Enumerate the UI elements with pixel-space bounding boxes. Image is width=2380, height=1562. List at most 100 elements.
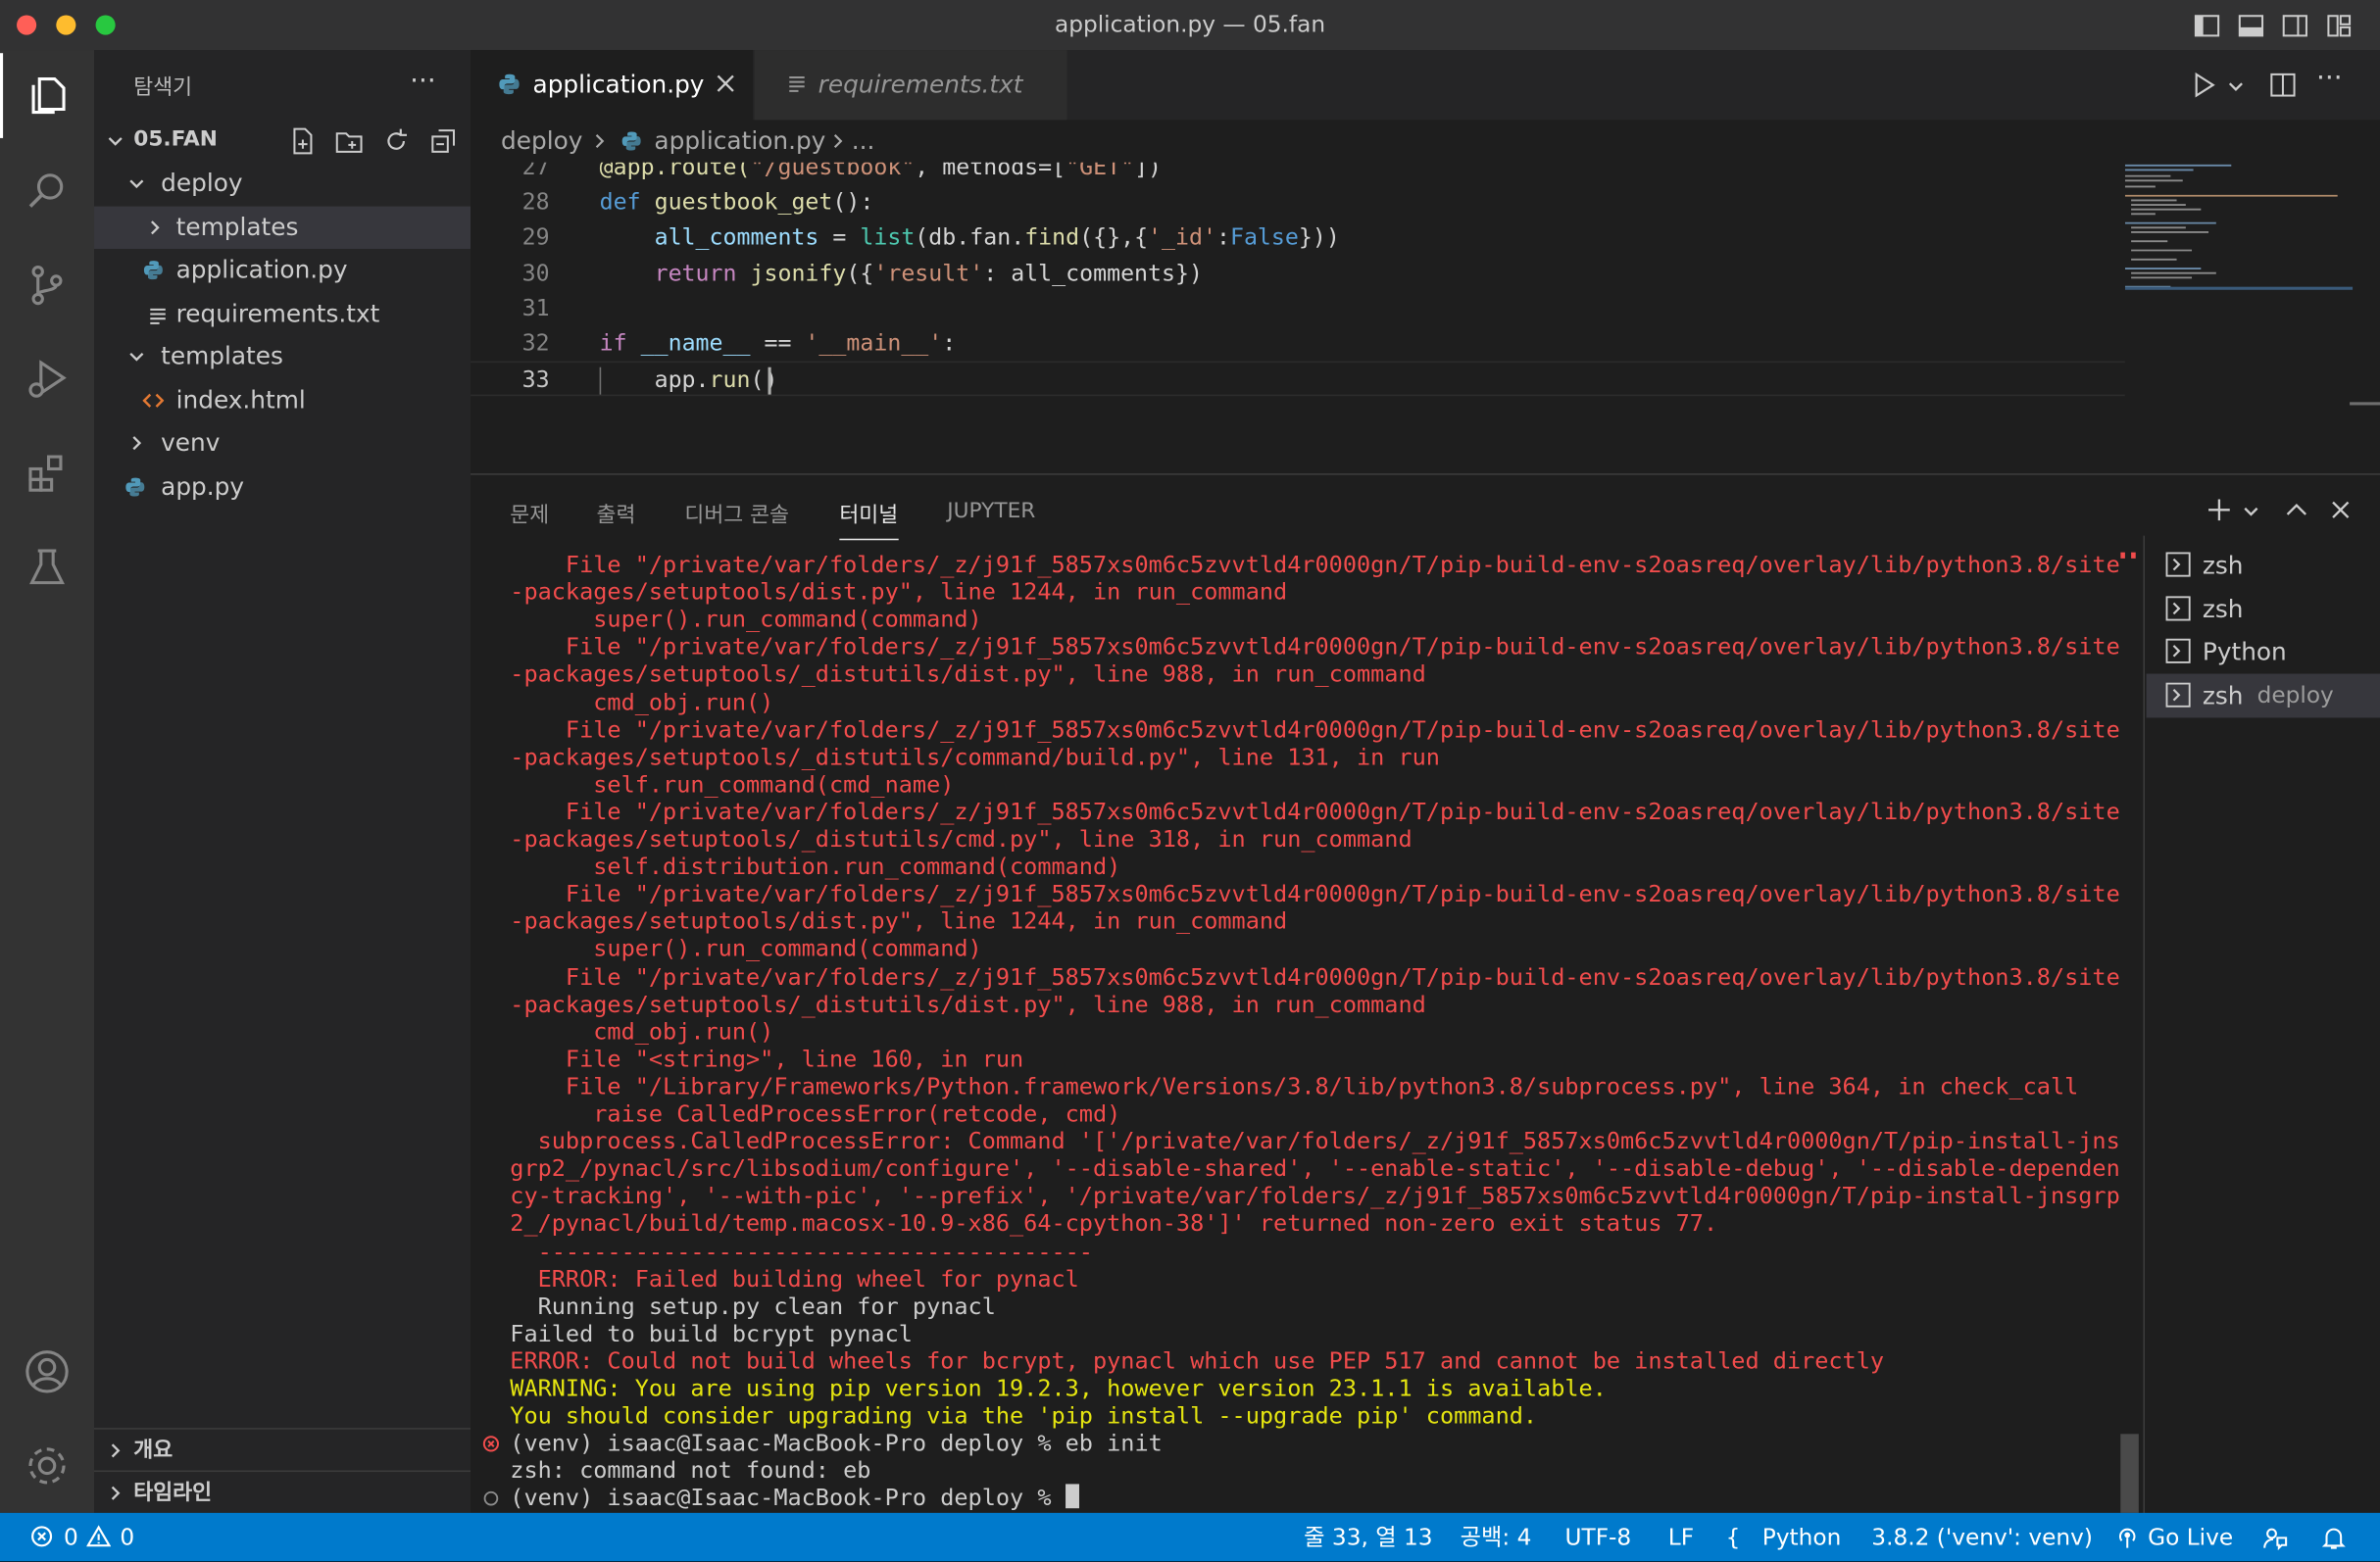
code-token: app.	[599, 366, 710, 394]
notifications-bell-icon[interactable]	[2321, 1525, 2347, 1550]
code-line: 30 return jsonify({'result': all_comment…	[471, 256, 2125, 291]
terminal-line: ERROR: Failed building wheel for pynacl	[510, 1265, 1079, 1293]
terminal-line-text: 2_/pynacl/build/temp.macosx-10.9-x86_64-…	[510, 1209, 1718, 1238]
code-line: 29 all_comments = list(db.fan.find({},{'…	[471, 220, 2125, 256]
search-activity[interactable]	[0, 149, 94, 234]
split-editor-icon[interactable]	[2269, 72, 2297, 99]
terminal-list-item[interactable]: zsh	[2147, 587, 2380, 631]
explorer-activity[interactable]	[0, 53, 94, 138]
extensions-activity[interactable]	[0, 431, 94, 516]
run-debug-activity[interactable]	[0, 337, 94, 422]
terminal-icon	[2164, 594, 2192, 621]
maximize-panel-icon[interactable]	[2284, 498, 2308, 522]
collapse-all-icon[interactable]	[428, 126, 459, 157]
outline-section[interactable]: 개요	[94, 1428, 471, 1472]
terminal-name: zsh	[2202, 594, 2244, 623]
close-panel-icon[interactable]	[2328, 498, 2353, 522]
terminal-profile-chevron-icon[interactable]	[2242, 503, 2260, 521]
tree-item[interactable]: templates	[94, 205, 471, 249]
close-icon[interactable]	[715, 73, 736, 94]
workspace-folder-title[interactable]: 05.FAN	[133, 127, 218, 152]
editor-more-icon[interactable]: ···	[2316, 62, 2343, 94]
code-token: return	[599, 259, 751, 287]
tree-item[interactable]: application.py	[94, 249, 471, 291]
tab-output[interactable]: 출력	[597, 499, 636, 529]
chevron-right-icon	[127, 434, 146, 453]
terminal-line-text: -packages/setuptools/_distutils/dist.py"…	[510, 990, 1426, 1018]
terminal-scrollbar-thumb[interactable]	[2120, 1434, 2139, 1513]
sidebar-title: 탐색기	[133, 75, 193, 101]
tree-item[interactable]: index.html	[94, 378, 471, 420]
source-control-activity[interactable]	[0, 243, 94, 328]
tab-terminal[interactable]: 터미널	[839, 499, 899, 541]
command-failed-icon[interactable]	[482, 1436, 500, 1452]
breadcrumb-folder[interactable]: deploy	[501, 120, 582, 162]
customize-layout-icon[interactable]	[2325, 12, 2353, 39]
tree-item[interactable]: app.py	[94, 465, 471, 508]
tab-problems[interactable]: 문제	[510, 499, 549, 529]
feedback-icon[interactable]	[2261, 1525, 2288, 1551]
terminal-line-text: File "/private/var/folders/_z/j91f_5857x…	[510, 551, 2120, 578]
toggle-primary-sidebar-icon[interactable]	[2194, 12, 2221, 39]
sidebar-more-button[interactable]: ···	[410, 66, 436, 98]
terminal-list-item[interactable]: zsh deploy	[2146, 673, 2380, 718]
terminal-icon	[2164, 638, 2192, 665]
code-token: "/guestbook"	[750, 162, 916, 181]
run-file-icon[interactable]	[2190, 72, 2217, 99]
new-terminal-icon[interactable]	[2206, 496, 2233, 523]
run-debug-icon	[25, 357, 70, 402]
terminal-name: zsh	[2202, 680, 2244, 710]
code-editor[interactable]: 27 @app.route("/guestbook", methods=["GET…	[471, 163, 2125, 470]
beaker-icon	[25, 545, 70, 590]
terminal-line-text: Failed to build bcrypt pynacl	[510, 1319, 913, 1347]
cursor-position[interactable]: 줄 33, 열 13	[1304, 1513, 1432, 1562]
tree-item[interactable]: requirements.txt	[94, 292, 471, 334]
terminal-list-item[interactable]: Python	[2147, 630, 2380, 674]
tab-jupyter[interactable]: JUPYTER	[947, 499, 1035, 523]
eol-status[interactable]: LF	[1668, 1513, 1694, 1562]
indentation-status[interactable]: 공백: 4	[1461, 1513, 1532, 1562]
terminal-line: File "/private/var/folders/_z/j91f_5857x…	[510, 963, 2120, 991]
toggle-panel-icon[interactable]	[2237, 12, 2264, 39]
encoding-status[interactable]: UTF-8	[1565, 1513, 1632, 1562]
terminal-list-item[interactable]: zsh	[2147, 543, 2380, 587]
terminal-line-text: (venv) isaac@Isaac-MacBook-Pro deploy % …	[510, 1429, 1163, 1457]
toggle-secondary-sidebar-icon[interactable]	[2281, 12, 2308, 39]
tab-label: application.py	[532, 70, 705, 99]
chevron-down-icon[interactable]	[106, 132, 124, 151]
timeline-section[interactable]: 타임라인	[94, 1470, 471, 1514]
breadcrumb-file[interactable]: application.py	[654, 120, 825, 162]
tree-item[interactable]: templates	[94, 335, 471, 377]
testing-activity[interactable]	[0, 525, 94, 610]
code-token: =	[832, 223, 861, 252]
terminal-line-text: self.run_command(cmd_name)	[510, 770, 955, 799]
minimap[interactable]	[2124, 163, 2354, 470]
terminal-line-text: super().run_command(command)	[510, 606, 982, 634]
terminal-output[interactable]: File "/private/var/folders/_z/j91f_5857x…	[482, 551, 2120, 1522]
manage-activity[interactable]	[0, 1423, 94, 1508]
tab-requirements-txt[interactable]: requirements.txt	[754, 50, 1067, 121]
tree-item[interactable]: venv	[94, 421, 471, 464]
new-folder-icon[interactable]	[334, 126, 365, 157]
warning-triangle-icon	[86, 1525, 112, 1547]
editor-scrollbar-thumb[interactable]	[2350, 402, 2380, 406]
breadcrumb-symbols[interactable]: ...	[852, 120, 875, 162]
command-idle-icon[interactable]	[482, 1490, 499, 1507]
tab-label: requirements.txt	[818, 70, 1023, 99]
python-interpreter[interactable]: 3.8.2 ('venv': venv)	[1871, 1513, 2093, 1562]
refresh-icon[interactable]	[381, 126, 412, 157]
terminal-line-text: Running setup.py clean for pynacl	[510, 1292, 996, 1320]
terminal-line-text: File "/private/var/folders/_z/j91f_5857x…	[510, 798, 2120, 826]
run-options-chevron-icon[interactable]	[2227, 77, 2246, 96]
terminal-line: Failed to build bcrypt pynacl	[510, 1320, 913, 1347]
accounts-activity[interactable]	[0, 1329, 94, 1414]
terminal-line-text: File "/private/var/folders/_z/j91f_5857x…	[510, 880, 2120, 908]
code-text: all_comments = list(db.fan.find({},{'_id…	[600, 220, 1340, 256]
tab-application-py[interactable]: application.py	[471, 50, 754, 121]
terminal-line-text: cmd_obj.run()	[510, 688, 774, 716]
tree-item[interactable]: deploy	[94, 163, 471, 205]
terminal-line-text: (venv) isaac@Isaac-MacBook-Pro deploy %	[510, 1485, 1066, 1512]
new-file-icon[interactable]	[287, 126, 318, 157]
terminal-line: Running setup.py clean for pynacl	[510, 1293, 996, 1320]
tab-debug-console[interactable]: 디버그 콘솔	[684, 499, 789, 529]
